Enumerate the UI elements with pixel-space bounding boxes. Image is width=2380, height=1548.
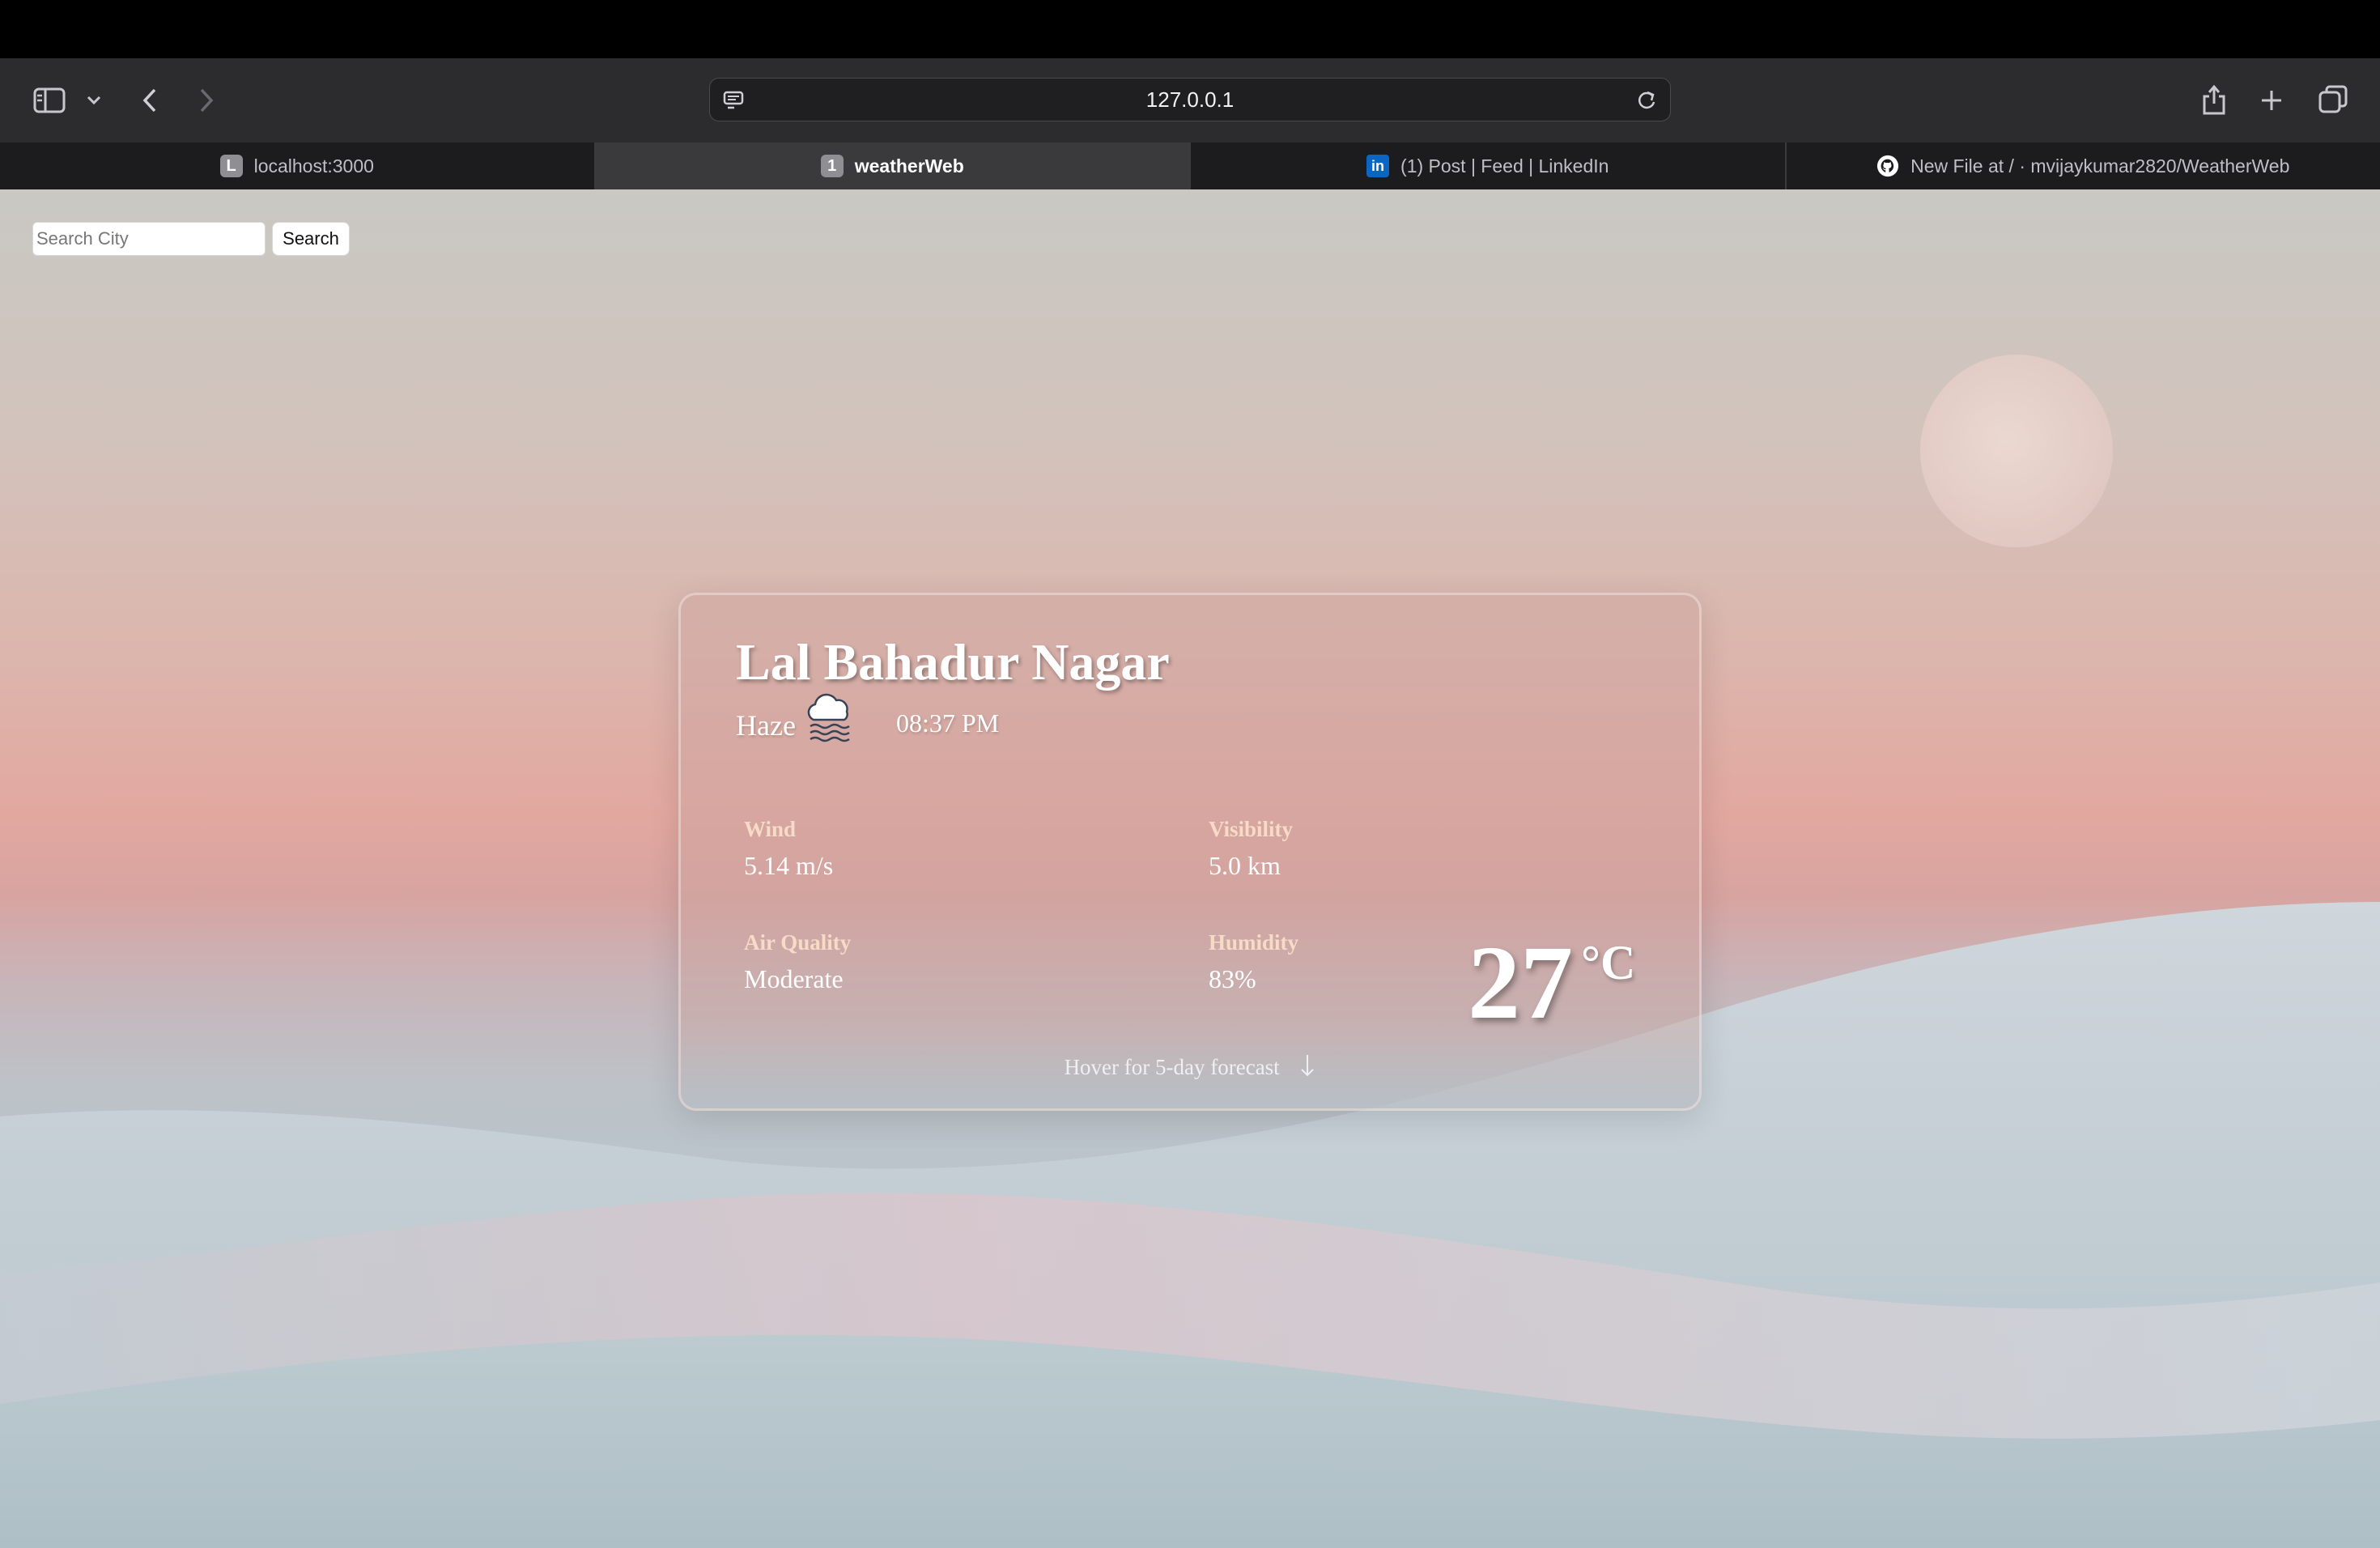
local-time: 08:37 PM	[896, 708, 1000, 738]
tab-github[interactable]: New File at / · mvijaykumar2820/WeatherW…	[1787, 142, 2380, 189]
address-bar[interactable]: 127.0.0.1	[709, 78, 1671, 121]
air-quality-label: Air Quality	[744, 930, 852, 955]
back-icon[interactable]	[134, 83, 165, 118]
search-input[interactable]	[32, 222, 266, 256]
weather-page: Search Lal Bahadur Nagar Haze 08:37 PM W…	[0, 189, 2380, 1548]
tab-overview-icon[interactable]	[2315, 81, 2351, 118]
browser-toolbar: 127.0.0.1	[0, 58, 2380, 142]
screen-top-bar	[0, 0, 2380, 58]
address-text[interactable]: 127.0.0.1	[710, 79, 1670, 121]
forward-icon[interactable]	[191, 83, 222, 118]
haze-cloud-icon	[802, 692, 856, 753]
moon	[1920, 355, 2113, 547]
air-quality-value: Moderate	[744, 964, 844, 993]
github-icon	[1876, 155, 1899, 177]
wind-label: Wind	[744, 817, 797, 841]
tab-label: weatherWeb	[854, 155, 964, 176]
forecast-hint[interactable]: Hover for 5-day forecast	[681, 1053, 1699, 1083]
tab-favicon: L	[219, 155, 243, 177]
weather-card[interactable]: Lal Bahadur Nagar Haze 08:37 PM Wind 5.1…	[678, 593, 1702, 1111]
arrow-down-icon	[1299, 1053, 1315, 1083]
wind-value: 5.14 m/s	[744, 851, 834, 880]
tab-label: localhost:3000	[253, 155, 374, 176]
city-name: Lal Bahadur Nagar	[736, 633, 1170, 691]
tab-weatherweb[interactable]: 1 weatherWeb	[595, 142, 1191, 189]
humidity-label: Humidity	[1209, 930, 1299, 955]
temperature-value: 27	[1468, 925, 1573, 1041]
linkedin-icon: in	[1366, 155, 1390, 177]
temperature-unit: °C	[1581, 936, 1636, 989]
new-tab-icon[interactable]	[2255, 83, 2288, 118]
sidebar-toggle-icon[interactable]	[31, 83, 68, 118]
reload-icon[interactable]	[1634, 88, 1659, 117]
tab-label: (1) Post | Feed | LinkedIn	[1400, 155, 1609, 176]
search-button[interactable]: Search	[272, 222, 350, 256]
humidity-value: 83%	[1209, 964, 1256, 993]
forecast-hint-text: Hover for 5-day forecast	[1064, 1055, 1280, 1079]
tab-linkedin[interactable]: in (1) Post | Feed | LinkedIn	[1191, 142, 1787, 189]
visibility-value: 5.0 km	[1209, 851, 1281, 880]
share-icon[interactable]	[2195, 79, 2233, 120]
tab-favicon: 1	[820, 155, 844, 177]
tab-bar: L localhost:3000 1 weatherWeb in (1) Pos…	[0, 142, 2380, 189]
visibility-label: Visibility	[1209, 817, 1294, 841]
tab-localhost[interactable]: L localhost:3000	[0, 142, 596, 189]
tab-label: New File at / · mvijaykumar2820/WeatherW…	[1910, 155, 2290, 176]
chevron-down-icon[interactable]	[81, 89, 107, 112]
weather-condition: Haze	[736, 709, 796, 742]
